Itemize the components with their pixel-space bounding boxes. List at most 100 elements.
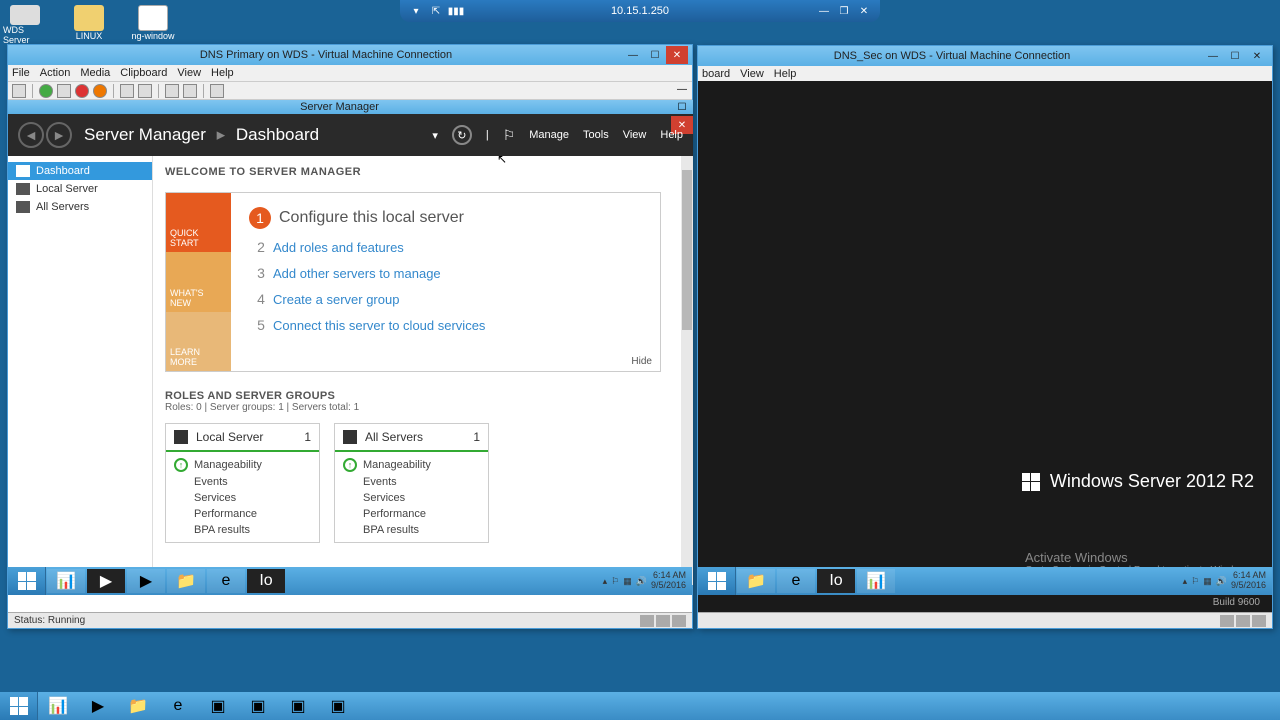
connect-cloud-link[interactable]: Connect this server to cloud services — [273, 318, 485, 333]
forward-button[interactable]: ► — [46, 122, 72, 148]
refresh-icon[interactable]: ↻ — [452, 125, 472, 145]
close-button[interactable]: ✕ — [1246, 47, 1268, 65]
menu-view[interactable]: View — [177, 67, 201, 79]
tray-up-icon[interactable]: ▴ — [603, 576, 608, 587]
tray-network-icon[interactable]: ▦ — [1203, 576, 1212, 587]
restore-icon[interactable]: ❐ — [836, 4, 852, 18]
tab-learn-more[interactable]: LEARN MORE — [166, 312, 231, 371]
reset-icon[interactable] — [138, 84, 152, 98]
row-performance[interactable]: Performance — [343, 506, 480, 522]
notifications-flag-icon[interactable]: ⚐ — [503, 127, 516, 144]
add-servers-link[interactable]: Add other servers to manage — [273, 266, 441, 281]
tab-quick-start[interactable]: QUICK START — [166, 193, 231, 252]
dropdown-icon[interactable]: ▾ — [408, 4, 424, 18]
sm-maximize-button[interactable]: ☐ — [671, 98, 693, 116]
task-explorer[interactable]: 📁 — [119, 694, 157, 718]
scrollbar-thumb[interactable] — [682, 170, 692, 330]
menu-help[interactable]: Help — [774, 68, 797, 80]
menu-tools[interactable]: Tools — [583, 129, 609, 141]
start-button[interactable] — [8, 567, 46, 595]
turnoff-icon[interactable] — [57, 84, 71, 98]
row-manageability[interactable]: ↑Manageability — [343, 456, 480, 474]
task-ie[interactable]: e — [777, 569, 815, 593]
row-events[interactable]: Events — [343, 474, 480, 490]
hide-link[interactable]: Hide — [631, 356, 652, 367]
back-button[interactable]: ◄ — [18, 122, 44, 148]
task-powershell[interactable]: ▶ — [87, 569, 125, 593]
save-icon[interactable] — [93, 84, 107, 98]
close-icon[interactable]: ✕ — [856, 4, 872, 18]
menu-clipboard[interactable]: board — [702, 68, 730, 80]
pin-icon[interactable]: ⇱ — [428, 4, 444, 18]
task-app2[interactable]: ▣ — [279, 694, 317, 718]
menu-help[interactable]: Help — [660, 129, 683, 141]
dropdown-icon[interactable]: ▾ — [432, 129, 438, 142]
menu-manage[interactable]: Manage — [529, 129, 569, 141]
task-powershell2[interactable]: ▶ — [127, 569, 165, 593]
task-explorer[interactable]: 📁 — [737, 569, 775, 593]
minimize-button[interactable]: — — [622, 46, 644, 64]
minimize-icon[interactable]: — — [816, 4, 832, 18]
task-ie[interactable]: e — [207, 569, 245, 593]
pause-icon[interactable] — [120, 84, 134, 98]
start-button[interactable] — [698, 567, 736, 595]
share-icon[interactable] — [210, 84, 224, 98]
row-services[interactable]: Services — [343, 490, 480, 506]
desktop-icon-linux[interactable]: LINUX — [67, 5, 111, 45]
maximize-button[interactable]: ☐ — [644, 46, 666, 64]
tab-whats-new[interactable]: WHAT'S NEW — [166, 252, 231, 311]
sidebar-item-local-server[interactable]: Local Server — [8, 180, 152, 198]
shutdown-icon[interactable] — [75, 84, 89, 98]
host-start-button[interactable] — [0, 692, 38, 720]
task-io[interactable]: Io — [247, 569, 285, 593]
desktop-icon-ngwindow[interactable]: ng-window — [131, 5, 175, 45]
task-app3[interactable]: ▣ — [319, 694, 357, 718]
sidebar-item-all-servers[interactable]: All Servers — [8, 198, 152, 216]
task-server-manager[interactable]: 📊 — [39, 694, 77, 718]
menu-view[interactable]: View — [740, 68, 764, 80]
menu-help[interactable]: Help — [211, 67, 234, 79]
row-events[interactable]: Events — [174, 474, 311, 490]
row-manageability[interactable]: ↑Manageability — [174, 456, 311, 474]
row-performance[interactable]: Performance — [174, 506, 311, 522]
tray-clock[interactable]: 6:14 AM9/5/2016 — [651, 571, 686, 591]
task-powershell[interactable]: ▶ — [79, 694, 117, 718]
start-icon[interactable] — [39, 84, 53, 98]
ctrl-alt-del-icon[interactable] — [12, 84, 26, 98]
card-all-servers[interactable]: All Servers1 ↑Manageability Events Servi… — [334, 423, 489, 543]
tray-flag-icon[interactable]: ⚐ — [1191, 576, 1199, 587]
task-explorer[interactable]: 📁 — [167, 569, 205, 593]
card-local-server[interactable]: Local Server1 ↑Manageability Events Serv… — [165, 423, 320, 543]
task-hyperv[interactable]: ▣ — [199, 694, 237, 718]
close-button[interactable]: ✕ — [666, 46, 688, 64]
task-ie[interactable]: e — [159, 694, 197, 718]
row-bpa[interactable]: BPA results — [343, 522, 480, 538]
checkpoint-icon[interactable] — [165, 84, 179, 98]
maximize-button[interactable]: ☐ — [1224, 47, 1246, 65]
tray-up-icon[interactable]: ▴ — [1183, 576, 1188, 587]
configure-local-server-link[interactable]: Configure this local server — [279, 209, 464, 227]
menu-file[interactable]: File — [12, 67, 30, 79]
menu-clipboard[interactable]: Clipboard — [120, 67, 167, 79]
row-bpa[interactable]: BPA results — [174, 522, 311, 538]
tray-flag-icon[interactable]: ⚐ — [611, 576, 619, 587]
sidebar-item-dashboard[interactable]: Dashboard — [8, 162, 152, 180]
tray-volume-icon[interactable]: 🔊 — [1216, 576, 1227, 587]
scrollbar[interactable] — [681, 156, 693, 585]
vm-sec-desktop[interactable]: Windows Server 2012 R2 Activate Windows … — [698, 81, 1272, 628]
menu-view[interactable]: View — [623, 129, 647, 141]
vm-primary-titlebar[interactable]: DNS Primary on WDS - Virtual Machine Con… — [8, 45, 692, 65]
menu-action[interactable]: Action — [40, 67, 71, 79]
tray-volume-icon[interactable]: 🔊 — [636, 576, 647, 587]
task-app1[interactable]: ▣ — [239, 694, 277, 718]
row-services[interactable]: Services — [174, 490, 311, 506]
revert-icon[interactable] — [183, 84, 197, 98]
menu-media[interactable]: Media — [80, 67, 110, 79]
create-group-link[interactable]: Create a server group — [273, 292, 399, 307]
add-roles-link[interactable]: Add roles and features — [273, 240, 404, 255]
server-manager-titlebar[interactable]: Server Manager — ☐ ✕ — [8, 100, 693, 114]
task-io[interactable]: Io — [817, 569, 855, 593]
vm-sec-titlebar[interactable]: DNS_Sec on WDS - Virtual Machine Connect… — [698, 46, 1272, 66]
task-server-manager[interactable]: 📊 — [857, 569, 895, 593]
desktop-icon-wds[interactable]: WDS Server — [3, 5, 47, 45]
